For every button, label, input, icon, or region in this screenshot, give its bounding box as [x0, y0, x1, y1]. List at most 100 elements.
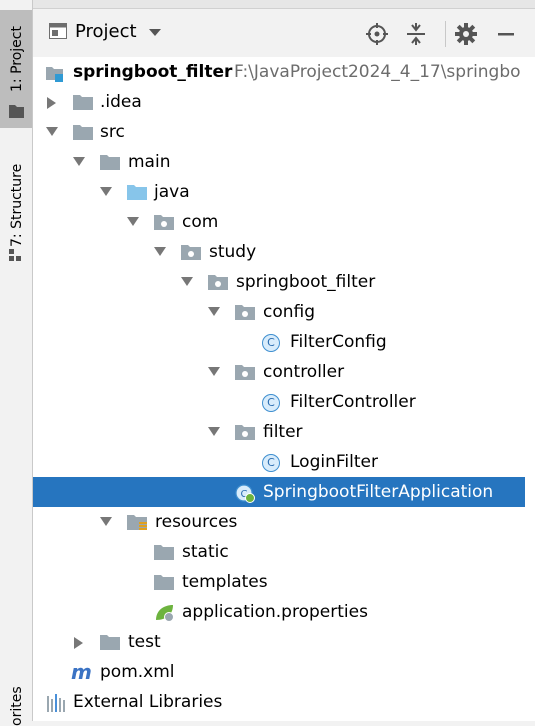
- tree-item-label: resources: [155, 512, 238, 532]
- favorites-tab-label: orites: [9, 686, 25, 726]
- collapse-arrow-icon[interactable]: [208, 427, 220, 437]
- window-top-edge: [33, 0, 535, 9]
- collapse-all-icon[interactable]: [404, 22, 428, 46]
- java-class-icon: C: [262, 454, 280, 472]
- folder-icon: [73, 125, 93, 140]
- java-class-icon: C: [262, 394, 280, 412]
- tree-row-resources[interactable]: resources: [33, 507, 535, 537]
- tree-item-label: templates: [182, 572, 268, 592]
- tree-row-application-properties[interactable]: application.properties: [33, 597, 535, 627]
- resources-folder-icon: [127, 515, 147, 530]
- collapse-arrow-icon[interactable]: [154, 247, 166, 257]
- tree-row-idea[interactable]: .idea: [33, 87, 535, 117]
- package-icon: [181, 245, 201, 260]
- collapse-arrow-icon[interactable]: [46, 127, 58, 137]
- spring-boot-class-icon: C: [235, 484, 255, 503]
- folder-icon: [9, 105, 24, 118]
- package-icon: [235, 365, 255, 380]
- tree-row-springbootfilterapplication[interactable]: C SpringbootFilterApplication: [33, 477, 535, 507]
- tree-row-loginfilter[interactable]: C LoginFilter: [33, 447, 535, 477]
- tree-row-test[interactable]: test: [33, 627, 535, 657]
- folder-icon: [154, 545, 174, 560]
- tree-item-label: main: [128, 152, 171, 172]
- tree-item-label: springboot_filter: [236, 272, 376, 292]
- tree-row-external-libraries[interactable]: External Libraries: [33, 687, 535, 717]
- expand-arrow-icon[interactable]: [74, 637, 84, 649]
- right-edge-strip: [525, 57, 535, 721]
- package-icon: [154, 215, 174, 230]
- header-separator: [445, 21, 446, 47]
- tree-item-label: static: [182, 542, 229, 562]
- tree-row-controller[interactable]: controller: [33, 357, 535, 387]
- java-class-icon: C: [262, 334, 280, 352]
- minimize-icon[interactable]: [494, 22, 518, 46]
- tree-item-label: src: [100, 122, 125, 142]
- collapse-arrow-icon[interactable]: [100, 517, 112, 527]
- project-tool-tab[interactable]: 1: Project: [0, 10, 32, 128]
- tree-item-label: test: [128, 632, 161, 652]
- tree-item-label: filter: [263, 422, 303, 442]
- tree-row-config[interactable]: config: [33, 297, 535, 327]
- maven-icon: m: [71, 660, 92, 684]
- tree-row-main[interactable]: main: [33, 147, 535, 177]
- project-tree: springboot_filter F:\JavaProject2024_4_1…: [33, 57, 535, 721]
- tree-row-filterconfig[interactable]: C FilterConfig: [33, 327, 535, 357]
- tree-item-label: controller: [263, 362, 345, 382]
- tree-row-root[interactable]: springboot_filter F:\JavaProject2024_4_1…: [33, 57, 535, 87]
- library-icon: [47, 694, 65, 712]
- tree-row-study[interactable]: study: [33, 237, 535, 267]
- tree-item-label: com: [182, 212, 219, 232]
- folder-icon: [73, 95, 93, 110]
- root-project-path: F:\JavaProject2024_4_17\springbo: [234, 62, 521, 82]
- tree-row-java[interactable]: java: [33, 177, 535, 207]
- tree-row-springboot-filter[interactable]: springboot_filter: [33, 267, 535, 297]
- tree-item-label: study: [209, 242, 257, 262]
- locate-icon[interactable]: [365, 22, 389, 46]
- tree-row-pom[interactable]: m pom.xml: [33, 657, 535, 687]
- collapse-arrow-icon[interactable]: [127, 217, 139, 227]
- tree-item-label: FilterController: [290, 392, 416, 412]
- spring-properties-icon: [156, 605, 174, 622]
- panel-title[interactable]: Project: [75, 21, 137, 42]
- collapse-arrow-icon[interactable]: [73, 157, 85, 167]
- tree-row-src[interactable]: src: [33, 117, 535, 147]
- package-icon: [208, 275, 228, 290]
- expand-arrow-icon[interactable]: [47, 97, 57, 109]
- tree-row-filtercontroller[interactable]: C FilterController: [33, 387, 535, 417]
- collapse-arrow-icon[interactable]: [100, 187, 112, 197]
- tree-item-label: FilterConfig: [290, 332, 387, 352]
- tree-row-static[interactable]: static: [33, 537, 535, 567]
- chevron-down-icon[interactable]: [149, 29, 161, 37]
- tool-window-strip: 1: Project 7: Structure orites: [0, 0, 33, 726]
- folder-icon: [100, 635, 120, 650]
- tree-item-label: LoginFilter: [290, 452, 378, 472]
- root-project-name: springboot_filter: [73, 62, 233, 82]
- tree-item-label: .idea: [100, 92, 142, 112]
- project-panel-header: Project: [33, 9, 535, 58]
- favorites-tool-tab[interactable]: orites: [0, 660, 32, 726]
- tree-item-label: External Libraries: [73, 692, 223, 712]
- package-icon: [235, 425, 255, 440]
- collapse-arrow-icon[interactable]: [208, 367, 220, 377]
- collapse-arrow-icon[interactable]: [208, 307, 220, 317]
- collapse-arrow-icon[interactable]: [181, 277, 193, 287]
- tree-item-label: application.properties: [182, 602, 368, 622]
- tree-row-templates[interactable]: templates: [33, 567, 535, 597]
- source-folder-icon: [127, 185, 147, 200]
- package-icon: [235, 305, 255, 320]
- gear-icon[interactable]: [454, 22, 478, 46]
- tree-item-label: SpringbootFilterApplication: [263, 482, 494, 502]
- folder-icon: [100, 155, 120, 170]
- structure-icon: [9, 249, 21, 261]
- tree-row-filter[interactable]: filter: [33, 417, 535, 447]
- tree-item-label: pom.xml: [100, 662, 175, 682]
- structure-tab-label: 7: Structure: [9, 163, 25, 247]
- module-folder-icon: [46, 67, 63, 82]
- tree-item-label: config: [263, 302, 316, 322]
- tree-row-com[interactable]: com: [33, 207, 535, 237]
- project-window-icon: [49, 23, 67, 39]
- folder-icon: [154, 575, 174, 590]
- project-tab-label: 1: Project: [9, 26, 25, 92]
- tree-item-label: java: [154, 182, 190, 202]
- structure-tool-tab[interactable]: 7: Structure: [0, 145, 32, 273]
